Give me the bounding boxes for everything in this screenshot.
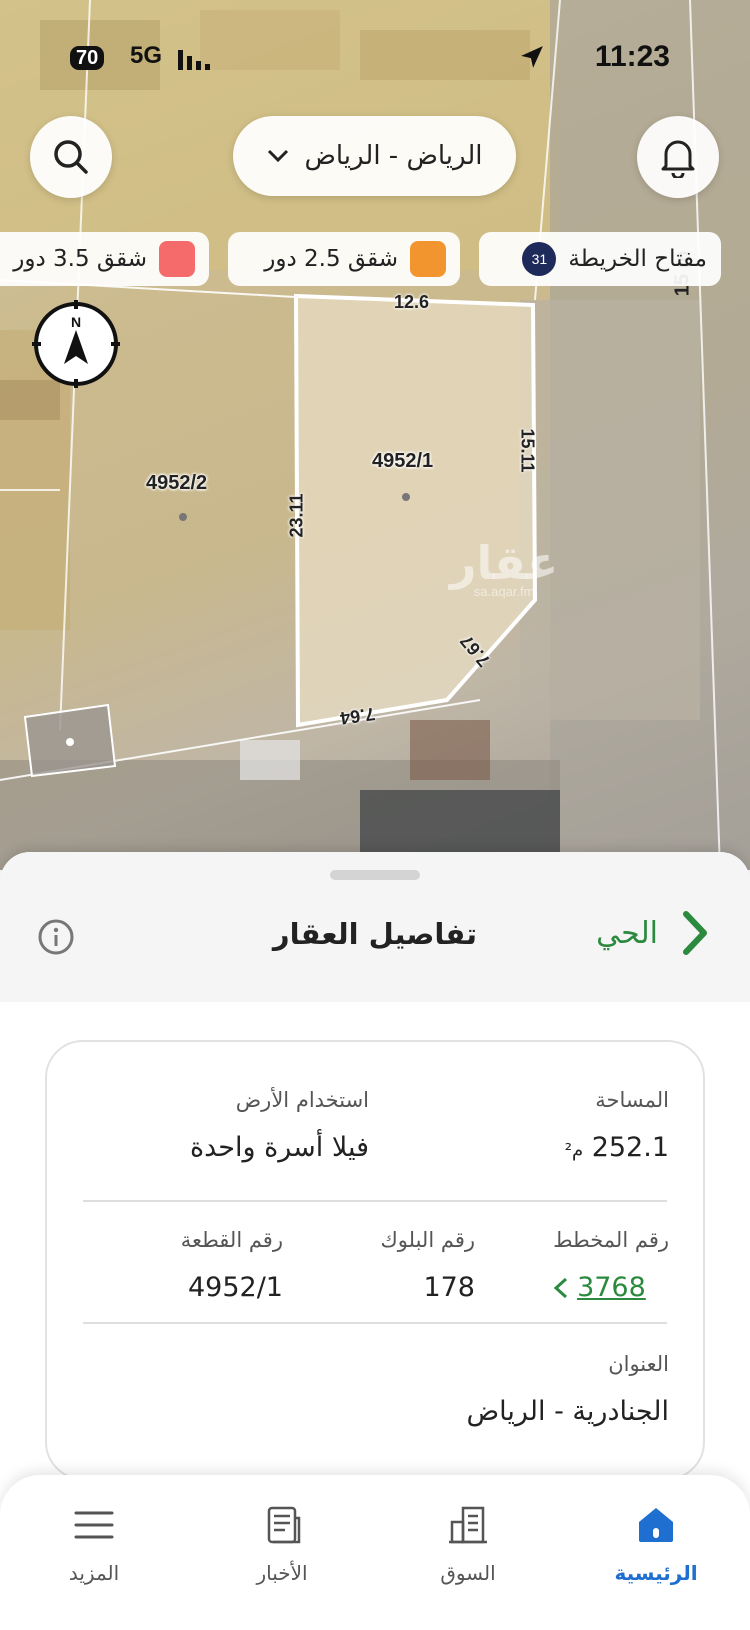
block-number-value: 178 [423,1272,475,1303]
map-key-label: مفتاح الخريطة [568,246,707,272]
plot-label-4952-1: 4952/1 [372,450,434,472]
drag-handle[interactable] [330,870,420,880]
search-icon [54,140,88,174]
compass-button[interactable]: N [32,300,120,388]
plot-label-4952-2: 4952/2 [146,472,208,494]
bell-icon [661,140,695,178]
clock: 11:23 [594,40,670,73]
svg-text:N: N [71,314,81,330]
district-link[interactable]: الحي [596,910,710,956]
signal-icon [178,50,210,70]
tab-more-label: المزيد [68,1561,120,1585]
dimension-label: 12.6 [394,292,430,312]
compass-icon: N [32,300,120,388]
chevron-left-icon [553,1277,568,1298]
plan-number-value: 3768 [577,1272,646,1303]
network-label: 5G [130,42,163,69]
area-number: 252.1 [591,1132,669,1163]
search-button[interactable] [30,116,112,198]
plan-number-link[interactable]: 3768 [553,1272,669,1303]
plan-number-label: رقم المخطط [553,1228,669,1252]
land-use-field: استخدام الأرض فيلا أسرة واحدة [190,1088,369,1163]
tab-home-label: الرئيسية [614,1561,698,1585]
chevron-down-icon [268,149,289,163]
dimension-label: 23.11 [286,493,307,538]
tab-news-label: الأخبار [256,1561,308,1585]
divider [83,1322,667,1324]
map-key-badge: 31 [522,242,557,276]
status-bar: 70 5G 11:23 [0,40,750,80]
chevron-right-icon [683,911,707,955]
plan-number-field: رقم المخطط 3768 [553,1228,669,1303]
divider [83,1200,667,1202]
news-icon [267,1506,301,1544]
city-selector-label: الرياض - الرياض [304,141,483,171]
legend-chip-apartments-3-5[interactable]: شقق 3.5 دور [0,232,209,286]
location-arrow-icon [521,46,543,68]
area-unit: م² [564,1140,584,1161]
tab-news[interactable]: الأخبار [212,1501,352,1585]
map-key-chip[interactable]: مفتاح الخريطة 31 [479,232,721,286]
legend-swatch [159,241,195,277]
legend-swatch [410,241,446,277]
building-icon [449,1506,487,1544]
tab-market-label: السوق [440,1561,496,1585]
battery-indicator: 70 [70,46,105,70]
legend-label: شقق 2.5 دور [264,246,398,272]
block-number-field: رقم البلوك 178 [380,1228,475,1303]
address-label: العنوان [608,1352,669,1376]
aqar-watermark: عقار sa.aqar.fm [450,536,559,599]
area-field: المساحة 252.1 م² [565,1088,669,1163]
notifications-button[interactable] [637,116,719,198]
district-link-label: الحي [596,915,658,951]
home-icon [639,1508,673,1542]
bottom-tab-bar: الرئيسية السوق الأخبار المزيد [0,1475,750,1630]
city-selector[interactable]: الرياض - الرياض [233,116,516,196]
block-number-label: رقم البلوك [380,1228,475,1252]
tab-more[interactable]: المزيد [24,1501,164,1585]
legend-label: شقق 3.5 دور [13,246,147,272]
dimension-label: 15.11 [517,428,538,473]
menu-icon [74,1511,114,1539]
area-value: 252.1 م² [565,1132,669,1163]
area-label: المساحة [595,1088,669,1112]
tab-market[interactable]: السوق [398,1501,538,1585]
land-use-label: استخدام الأرض [235,1088,369,1112]
plot-number-label: رقم القطعة [180,1228,283,1252]
legend-chip-apartments-2-5[interactable]: شقق 2.5 دور [228,232,460,286]
address-value: الجنادرية - الرياض [466,1396,670,1427]
address-field: العنوان الجنادرية - الرياض [467,1352,670,1427]
plot-number-value: 4952/1 [188,1272,283,1303]
land-use-value: فيلا أسرة واحدة [189,1132,369,1163]
plot-number-field: رقم القطعة 4952/1 [181,1228,283,1303]
tab-home[interactable]: الرئيسية [586,1501,726,1585]
property-info-card: المساحة 252.1 م² استخدام الأرض فيلا أسرة… [45,1040,705,1480]
